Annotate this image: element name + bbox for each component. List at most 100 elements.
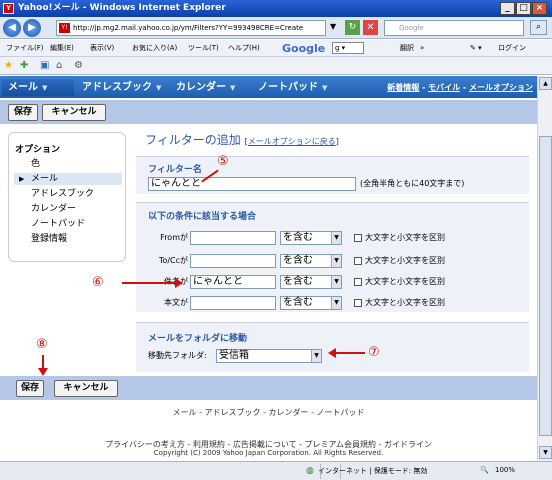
scroll-up-icon[interactable]: ▲ <box>539 77 552 90</box>
chevron-down-icon: ▼ <box>331 276 341 288</box>
link-mobile[interactable]: モバイル <box>428 83 460 92</box>
link-mail-options[interactable]: メールオプション <box>469 83 533 92</box>
scroll-thumb[interactable] <box>539 136 552 436</box>
options-sidebar: オプション 色 ▶ メール アドレスブック カレンダー ノートパッド 登録情報 <box>8 132 126 262</box>
body-label: 本文が <box>164 298 188 307</box>
annotation-7: ⑦ <box>368 345 380 360</box>
search-icon[interactable]: ⌕ <box>530 20 547 35</box>
search-input[interactable]: Google <box>384 20 524 36</box>
subject-operator-select[interactable]: を含む ▼ <box>280 275 342 289</box>
back-to-options-link[interactable]: メールオプションに戻る <box>248 137 336 146</box>
from-operator-select[interactable]: を含む ▼ <box>280 231 342 245</box>
yahoo-app-icon: Y <box>3 3 14 14</box>
tocc-label: To/Ccが <box>158 256 188 265</box>
security-zone-label: インターネット | 保護モード: 無効 <box>318 467 428 475</box>
body-operator-select[interactable]: を含む ▼ <box>280 296 342 310</box>
maximize-button[interactable]: □ <box>516 2 531 15</box>
chevron-down-icon: ▼ <box>156 84 162 92</box>
chevron-down-icon: ▼ <box>331 232 341 244</box>
vertical-scrollbar[interactable]: ▲ ▼ <box>537 76 552 461</box>
add-favorites-icon[interactable]: ✚ <box>20 59 28 73</box>
chevron-down-icon: ▼ <box>331 255 341 267</box>
tocc-input[interactable] <box>190 254 276 268</box>
google-search-box[interactable]: g ▾ <box>332 42 364 54</box>
annotation-6-arrow <box>122 282 177 284</box>
refresh-icon[interactable]: ↻ <box>345 20 360 35</box>
sidebar-item-addressbook[interactable]: アドレスブック <box>31 188 94 200</box>
stop-icon[interactable]: ✕ <box>363 20 378 35</box>
menu-bar: ファイル(F) 編集(E) 表示(V) お気に入り(A) ツール(T) ヘルプ(… <box>0 40 552 57</box>
favorites-star-icon[interactable]: ★ <box>4 59 13 73</box>
cancel-button-bottom[interactable]: キャンセル <box>54 380 118 397</box>
back-arrow-icon[interactable]: ◀ <box>3 19 21 37</box>
login-button[interactable]: ログイン <box>498 40 526 57</box>
subject-input[interactable]: にゃんとと <box>190 275 276 289</box>
home-icon[interactable]: ⌂ <box>56 59 62 73</box>
zoom-icon[interactable]: 🔍 <box>480 466 489 474</box>
body-input[interactable] <box>190 296 276 310</box>
from-case-label: 大文字と小文字を区別 <box>365 233 445 242</box>
footer-links[interactable]: メール - アドレスブック - カレンダー - ノートパッド <box>0 407 537 418</box>
settings-icon[interactable]: ✎ ▾ <box>470 40 482 57</box>
filter-name-label: フィルター名 <box>148 165 202 175</box>
annotation-8: ⑧ <box>36 337 48 352</box>
save-button-top[interactable]: 保存 <box>8 104 38 121</box>
folder-select[interactable]: 受信箱 ▼ <box>216 349 322 363</box>
save-button-bottom[interactable]: 保存 <box>16 380 44 397</box>
address-input[interactable]: Y! http://jp.mg2.mail.yahoo.co.jp/ym/Fil… <box>56 20 326 36</box>
feeds-icon[interactable]: ▣ <box>40 59 49 73</box>
yahoo-nav-tabs: メール ▼ アドレスブック ▼ カレンダー ▼ ノートパッド ▼ 新着情報 - モバイル… <box>0 76 537 98</box>
filter-name-input[interactable]: にゃんとと <box>148 177 356 191</box>
tools-icon[interactable]: ⚙ <box>74 59 83 73</box>
window-titlebar: Y Yahoo!メール - Windows Internet Explorer … <box>0 0 552 17</box>
yahoo-favicon-icon: Y! <box>59 23 70 33</box>
address-url: http://jp.mg2.mail.yahoo.co.jp/ym/Filter… <box>73 24 304 32</box>
tab-notepad[interactable]: ノートパッド ▼ <box>252 79 340 96</box>
cancel-button-top[interactable]: キャンセル <box>42 104 106 121</box>
tocc-case-label: 大文字と小文字を区別 <box>365 256 445 265</box>
sidebar-item-calendar[interactable]: カレンダー <box>31 203 76 215</box>
tocc-case-checkbox[interactable] <box>354 257 362 265</box>
body-case-checkbox[interactable] <box>354 299 362 307</box>
subject-case-checkbox[interactable] <box>354 278 362 286</box>
forward-arrow-icon[interactable]: ▶ <box>23 19 41 37</box>
tab-addressbook[interactable]: アドレスブック ▼ <box>76 79 168 96</box>
tab-mail[interactable]: メール ▼ <box>2 79 74 96</box>
menu-help[interactable]: ヘルプ(H) <box>228 40 260 57</box>
tocc-operator-select[interactable]: を含む ▼ <box>280 254 342 268</box>
menu-view[interactable]: 表示(V) <box>90 40 114 57</box>
sidebar-item-mail[interactable]: ▶ メール <box>14 173 122 185</box>
favorites-bar: ★ ✚ ▣ ⌂ ⚙ <box>0 57 552 75</box>
menu-favorites[interactable]: お気に入り(A) <box>132 40 177 57</box>
from-input[interactable] <box>190 231 276 245</box>
chevron-down-icon: ▼ <box>331 297 341 309</box>
menu-file[interactable]: ファイル(F) <box>6 40 44 57</box>
folder-label: 移動先フォルダ: <box>148 351 207 360</box>
from-case-checkbox[interactable] <box>354 234 362 242</box>
chevron-down-icon: ▼ <box>42 84 48 92</box>
page-title: フィルターの追加 [メールオプションに戻る] <box>145 133 339 147</box>
google-toolbar-logo: Google <box>282 42 326 55</box>
close-button[interactable]: × <box>532 2 547 15</box>
more-button[interactable]: » <box>420 40 424 57</box>
scroll-down-icon[interactable]: ▼ <box>539 446 552 459</box>
zoom-level[interactable]: 100% <box>495 466 515 474</box>
menu-tools[interactable]: ツール(T) <box>188 40 219 57</box>
conditions-title: 以下の条件に該当する場合 <box>148 212 257 222</box>
filter-name-hint: (全角半角ともに40文字まで) <box>360 179 465 188</box>
minimize-button[interactable]: _ <box>500 2 515 15</box>
sidebar-item-notepad[interactable]: ノートパッド <box>31 218 85 230</box>
window-title: Yahoo!メール - Windows Internet Explorer <box>18 3 226 13</box>
move-folder-panel: メールをフォルダに移動 移動先フォルダ: 受信箱 ▼ <box>136 322 529 372</box>
annotation-7-arrow <box>335 352 365 354</box>
move-folder-title: メールをフォルダに移動 <box>148 334 248 344</box>
sidebar-item-color[interactable]: 色 <box>31 158 40 170</box>
dropdown-arrow-icon[interactable]: ▼ <box>330 22 336 31</box>
translate-button[interactable]: 翻訳 <box>400 40 414 57</box>
body-case-label: 大文字と小文字を区別 <box>365 298 445 307</box>
sidebar-item-account[interactable]: 登録情報 <box>31 233 67 245</box>
tab-calendar[interactable]: カレンダー ▼ <box>170 79 250 96</box>
menu-edit[interactable]: 編集(E) <box>50 40 74 57</box>
bottom-action-bar: 保存 キャンセル <box>0 376 537 400</box>
link-news[interactable]: 新着情報 <box>387 83 419 92</box>
